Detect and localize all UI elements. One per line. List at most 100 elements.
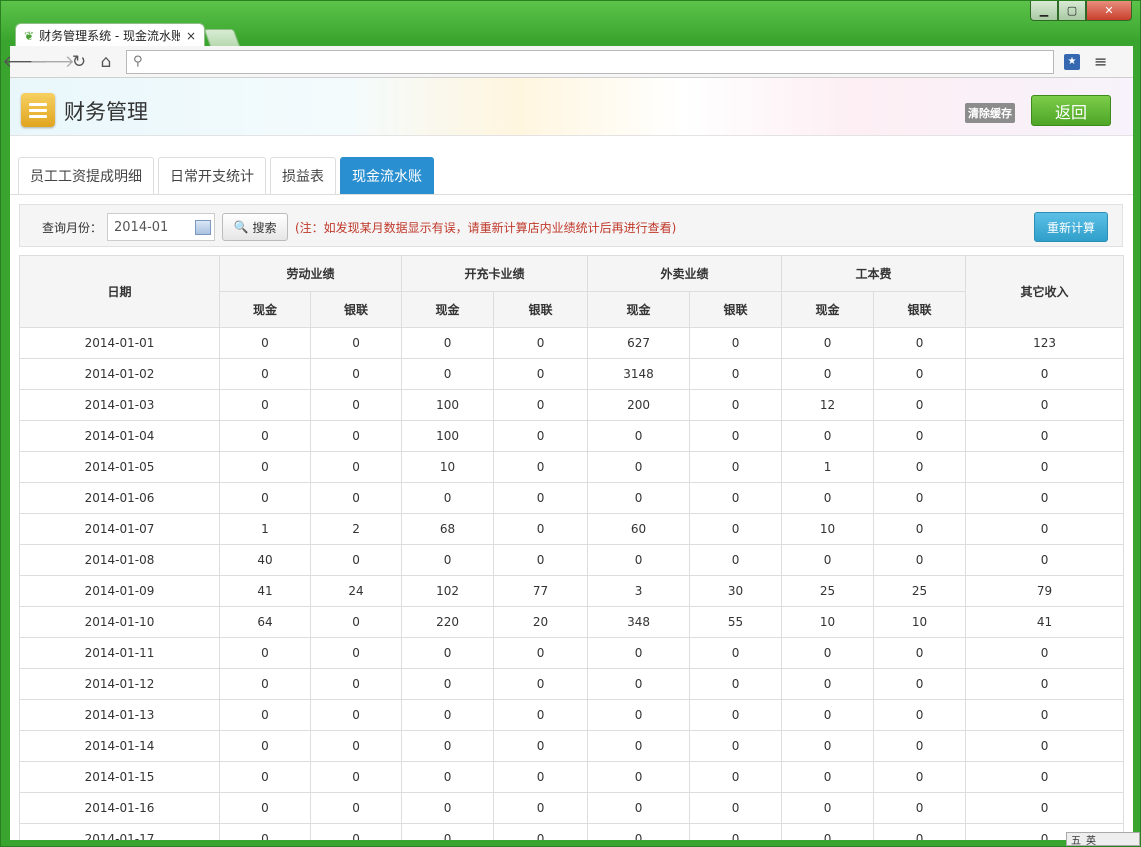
value-cell: 55 — [689, 606, 783, 638]
value-cell: 0 — [873, 668, 967, 700]
value-cell: 0 — [689, 451, 783, 483]
value-cell: 0 — [781, 823, 875, 840]
new-tab-button[interactable] — [203, 29, 241, 47]
value-cell: 0 — [493, 544, 589, 576]
address-bar[interactable]: ⚲ — [126, 49, 1054, 74]
browser-window: ▁ ▢ ✕ ❦ 财务管理系统 - 现金流水账 × 🡐 🡒 ↻ ⌂ ⚲ ★ ≡ 财… — [0, 0, 1141, 847]
value-cell: 0 — [689, 513, 783, 545]
value-cell: 0 — [689, 699, 783, 731]
value-cell: 0 — [493, 668, 589, 700]
value-cell: 0 — [219, 637, 311, 669]
value-cell: 0 — [309, 606, 403, 638]
value-cell: 200 — [587, 389, 691, 421]
value-cell: 0 — [689, 761, 783, 793]
value-cell: 0 — [965, 358, 1125, 390]
date-cell: 2014-01-07 — [19, 513, 220, 545]
table-row: 2014-01-09 41 24 102 77 3 30 25 25 79 — [19, 575, 1125, 607]
leaf-favicon-icon: ❦ — [24, 28, 35, 43]
value-cell: 10 — [781, 513, 875, 545]
value-cell: 0 — [309, 451, 403, 483]
table-row: 2014-01-01 0 0 0 0 627 0 0 0 123 — [19, 327, 1125, 359]
browser-tab-active[interactable]: ❦ 财务管理系统 - 现金流水账 × — [15, 23, 205, 47]
value-cell: 0 — [219, 730, 311, 762]
sub-header-unionpay: 银联 — [873, 291, 967, 328]
value-cell: 0 — [781, 730, 875, 762]
value-cell: 0 — [689, 389, 783, 421]
value-cell: 0 — [219, 792, 311, 824]
browser-tabstrip: ❦ 财务管理系统 - 现金流水账 × — [15, 21, 241, 47]
tab-cash-journal[interactable]: 现金流水账 — [340, 157, 434, 194]
ime-indicator[interactable]: 五 英 — [1066, 832, 1140, 847]
value-cell: 0 — [781, 792, 875, 824]
value-cell: 41 — [965, 606, 1125, 638]
value-cell: 30 — [689, 575, 783, 607]
address-input[interactable] — [146, 50, 1053, 73]
sub-header-cash: 现金 — [781, 291, 875, 328]
table-body: 2014-01-01 0 0 0 0 627 0 0 0 123 2014-01-02 0 0 0 0 314… — [19, 327, 1125, 840]
value-cell: 0 — [493, 389, 589, 421]
table-row: 2014-01-17 0 0 0 0 0 0 0 0 0 — [19, 823, 1125, 840]
table-row: 2014-01-08 40 0 0 0 0 0 0 0 0 — [19, 544, 1125, 576]
date-cell: 2014-01-09 — [19, 575, 220, 607]
value-cell: 0 — [965, 792, 1125, 824]
clear-cache-button[interactable]: 清除缓存 — [965, 103, 1015, 123]
reload-icon[interactable]: ↻ — [67, 50, 91, 74]
value-cell: 0 — [587, 544, 691, 576]
date-cell: 2014-01-06 — [19, 482, 220, 514]
tab-daily-expense[interactable]: 日常开支统计 — [158, 157, 266, 194]
sub-header-cash: 现金 — [219, 291, 311, 328]
sub-header-unionpay: 银联 — [309, 291, 403, 328]
menu-icon[interactable]: ≡ — [1094, 52, 1107, 71]
value-cell: 0 — [493, 792, 589, 824]
value-cell: 0 — [689, 637, 783, 669]
cash-journal-table-wrap: 日期 劳动业绩 开充卡业绩 外卖业绩 工本费 其它收入 现金 银联 现金 银联 … — [19, 255, 1125, 840]
cash-journal-table: 日期 劳动业绩 开充卡业绩 外卖业绩 工本费 其它收入 现金 银联 现金 银联 … — [19, 255, 1125, 840]
search-button[interactable]: 🔍 搜索 — [222, 213, 288, 241]
date-cell: 2014-01-02 — [19, 358, 220, 390]
back-button[interactable]: 返回 — [1031, 95, 1111, 126]
value-cell: 40 — [219, 544, 311, 576]
value-cell: 0 — [493, 451, 589, 483]
value-cell: 0 — [309, 327, 403, 359]
value-cell: 0 — [873, 761, 967, 793]
value-cell: 1 — [219, 513, 311, 545]
maximize-button[interactable]: ▢ — [1058, 1, 1086, 21]
calendar-icon[interactable] — [195, 220, 211, 235]
value-cell: 0 — [587, 482, 691, 514]
value-cell: 0 — [493, 730, 589, 762]
forward-arrow-icon[interactable]: 🡒 — [29, 50, 75, 74]
group-header-fee: 工本费 — [781, 255, 967, 292]
sub-header-cash: 现金 — [587, 291, 691, 328]
value-cell: 0 — [219, 451, 311, 483]
tab-profit-loss[interactable]: 损益表 — [270, 157, 336, 194]
tab-close-icon[interactable]: × — [186, 29, 196, 43]
date-cell: 2014-01-14 — [19, 730, 220, 762]
value-cell: 0 — [873, 451, 967, 483]
home-icon[interactable]: ⌂ — [94, 50, 118, 74]
value-cell: 77 — [493, 575, 589, 607]
tab-salary-commission[interactable]: 员工工资提成明细 — [18, 157, 154, 194]
bookmark-star-icon[interactable]: ★ — [1064, 53, 1080, 70]
value-cell: 64 — [219, 606, 311, 638]
value-cell: 0 — [587, 637, 691, 669]
value-cell: 0 — [309, 792, 403, 824]
value-cell: 0 — [309, 823, 403, 840]
recalculate-button[interactable]: 重新计算 — [1034, 212, 1108, 242]
value-cell: 0 — [401, 823, 495, 840]
value-cell: 0 — [873, 327, 967, 359]
value-cell: 0 — [873, 730, 967, 762]
minimize-button[interactable]: ▁ — [1030, 1, 1058, 21]
value-cell: 0 — [219, 358, 311, 390]
month-input[interactable]: 2014-01 — [107, 213, 215, 241]
value-cell: 0 — [781, 358, 875, 390]
value-cell: 0 — [401, 699, 495, 731]
app-title: 财务管理 — [64, 100, 148, 124]
table-row: 2014-01-05 0 0 10 0 0 0 1 0 0 — [19, 451, 1125, 483]
value-cell: 0 — [587, 451, 691, 483]
group-header-labor: 劳动业绩 — [218, 255, 403, 292]
ime-mode: 英 — [1086, 835, 1096, 847]
value-cell: 41 — [219, 575, 311, 607]
value-cell: 627 — [587, 327, 691, 359]
value-cell: 10 — [401, 451, 495, 483]
close-window-button[interactable]: ✕ — [1086, 1, 1132, 21]
